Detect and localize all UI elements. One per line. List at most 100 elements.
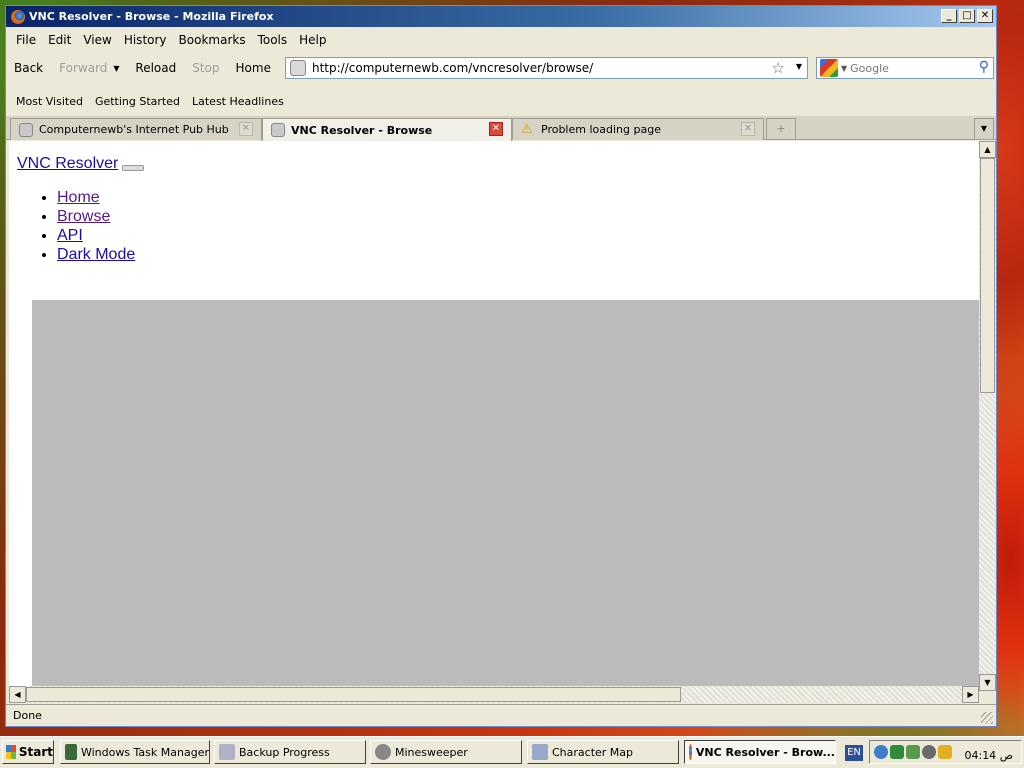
history-dropdown-icon[interactable]: ▼ (111, 64, 121, 73)
tab-close-icon[interactable]: ✕ (489, 122, 503, 136)
horizontal-scrollbar[interactable]: ◀ ▶ (9, 686, 979, 703)
bookmark-getting-started[interactable]: Getting Started (89, 95, 186, 108)
home-button[interactable]: Home (228, 58, 279, 78)
task-character-map[interactable]: Character Map (527, 740, 679, 764)
search-input[interactable] (850, 61, 969, 75)
nav-link-api[interactable]: API (57, 227, 83, 244)
tab-close-icon[interactable]: ✕ (741, 122, 755, 136)
warning-icon: ⚠ (521, 121, 533, 137)
vertical-scrollbar[interactable]: ▲ ▼ (979, 141, 996, 691)
menu-history[interactable]: History (118, 33, 173, 47)
nav-item-home: Home (57, 188, 135, 207)
tab-problem-loading[interactable]: ⚠ Problem loading page ✕ (512, 118, 764, 140)
firefox-icon (689, 744, 692, 760)
monitor-icon[interactable] (890, 745, 904, 759)
menu-view[interactable]: View (77, 33, 117, 47)
menu-help[interactable]: Help (293, 33, 332, 47)
task-windows-task-manager[interactable]: Windows Task Manager (60, 740, 210, 764)
nav-item-dark-mode: Dark Mode (57, 245, 135, 264)
nav-item-api: API (57, 226, 135, 245)
task-manager-icon (65, 744, 77, 760)
menu-bar: File Edit View History Bookmarks Tools H… (6, 29, 996, 51)
task-label: Minesweeper (395, 745, 468, 759)
search-engine-dropdown-icon[interactable]: ▼ (841, 64, 847, 73)
window-title: VNC Resolver - Browse - Mozilla Firefox (29, 10, 274, 23)
navigation-toolbar: Back Forward ▼ Reload Stop Home ☆ ▼ ▼ ⚲ (6, 55, 996, 81)
status-bar: Done (6, 704, 996, 726)
search-icon[interactable]: ⚲ (979, 59, 989, 75)
language-indicator[interactable]: EN (845, 745, 863, 761)
minimize-button[interactable]: _ (941, 9, 957, 23)
nav-link-dark-mode[interactable]: Dark Mode (57, 246, 135, 263)
site-nav: Home Browse API Dark Mode (57, 188, 135, 264)
backup-icon (219, 744, 235, 760)
update-icon[interactable] (938, 745, 952, 759)
task-label: Backup Progress (239, 745, 330, 759)
clock[interactable]: 04:14 ص (964, 749, 1013, 762)
close-button[interactable]: ✕ (977, 9, 993, 23)
tab-favicon-icon (19, 122, 33, 137)
firefox-icon (11, 9, 25, 24)
menu-tools[interactable]: Tools (252, 33, 294, 47)
menu-edit[interactable]: Edit (42, 33, 77, 47)
task-label: VNC Resolver - Brow... (695, 745, 835, 759)
tab-title: Computernewb's Internet Pub Hub (39, 123, 229, 136)
task-backup-progress[interactable]: Backup Progress (214, 740, 366, 764)
character-map-icon (532, 744, 548, 760)
scroll-up-icon[interactable]: ▲ (979, 141, 996, 158)
search-bar[interactable]: ▼ ⚲ (816, 57, 994, 79)
tab-vnc-resolver[interactable]: VNC Resolver - Browse ✕ (262, 118, 512, 141)
bookmark-star-icon[interactable]: ☆ (772, 59, 785, 77)
url-input[interactable] (312, 61, 752, 75)
brand-link[interactable]: VNC Resolver (17, 155, 118, 173)
bookmarks-toolbar: Most Visited Getting Started Latest Head… (6, 90, 996, 112)
resize-grip-icon[interactable] (981, 712, 993, 724)
task-label: Windows Task Manager (80, 745, 209, 759)
network-icon[interactable] (874, 745, 888, 759)
nav-link-browse[interactable]: Browse (57, 208, 110, 225)
horizontal-scroll-thumb[interactable] (26, 687, 681, 702)
tab-title: Problem loading page (541, 123, 661, 136)
task-firefox[interactable]: VNC Resolver - Brow... (684, 740, 836, 764)
bookmark-most-visited[interactable]: Most Visited (10, 95, 89, 108)
nav-item-browse: Browse (57, 207, 135, 226)
menu-file[interactable]: File (10, 33, 42, 47)
tab-computernewb[interactable]: Computernewb's Internet Pub Hub ✕ (10, 118, 262, 140)
volume-icon[interactable] (922, 745, 936, 759)
task-minesweeper[interactable]: Minesweeper (370, 740, 522, 764)
forward-button[interactable]: Forward (51, 58, 111, 78)
stop-button[interactable]: Stop (184, 58, 227, 78)
reload-button[interactable]: Reload (127, 58, 184, 78)
tab-title: VNC Resolver - Browse (291, 123, 433, 137)
url-dropdown-icon[interactable]: ▼ (796, 62, 802, 71)
menu-bookmarks[interactable]: Bookmarks (173, 33, 252, 47)
system-tray: 04:14 ص (869, 740, 1022, 764)
list-all-tabs-icon[interactable]: ▼ (974, 118, 994, 140)
security-icon[interactable] (906, 745, 920, 759)
title-bar[interactable]: VNC Resolver - Browse - Mozilla Firefox … (6, 6, 996, 27)
tab-close-icon[interactable]: ✕ (239, 122, 253, 136)
taskbar: Start Windows Task Manager Backup Progre… (0, 736, 1024, 768)
site-favicon-icon (290, 60, 306, 76)
vertical-scroll-thumb[interactable] (980, 158, 995, 393)
new-tab-icon[interactable]: + (766, 118, 796, 140)
windows-logo-icon (6, 745, 16, 759)
navbar-toggle-button[interactable] (122, 165, 144, 171)
start-button[interactable]: Start (2, 740, 54, 764)
firefox-window: VNC Resolver - Browse - Mozilla Firefox … (5, 5, 997, 727)
scroll-down-icon[interactable]: ▼ (979, 674, 996, 691)
task-label: Character Map (552, 745, 634, 759)
scroll-right-icon[interactable]: ▶ (962, 686, 979, 703)
bookmark-latest-headlines[interactable]: Latest Headlines (186, 95, 290, 108)
google-engine-icon[interactable] (820, 59, 838, 77)
scroll-left-icon[interactable]: ◀ (9, 686, 26, 703)
minesweeper-icon (375, 744, 391, 760)
start-label: Start (18, 745, 53, 759)
back-button[interactable]: Back (6, 58, 51, 78)
page-content: VNC Resolver Home Browse API Dark Mode (9, 141, 979, 691)
tab-favicon-icon (271, 123, 285, 137)
url-bar[interactable]: ☆ ▼ (285, 57, 808, 79)
maximize-button[interactable]: □ (959, 9, 975, 23)
nav-link-home[interactable]: Home (57, 189, 100, 206)
status-text: Done (13, 709, 42, 722)
